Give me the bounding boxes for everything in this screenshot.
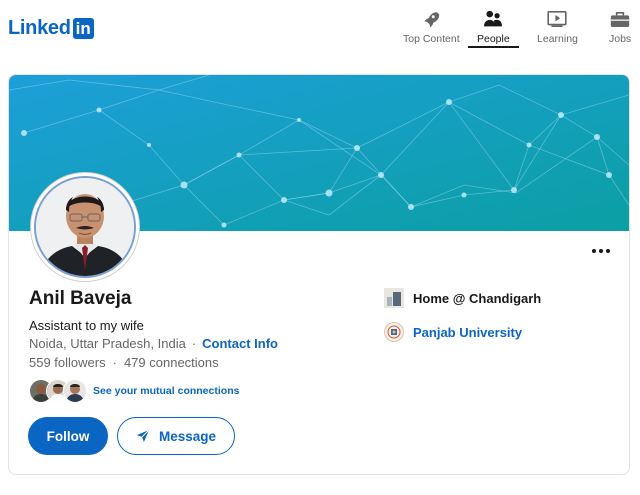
top-nav: Linked in Top Content People Learning Job… — [0, 0, 640, 52]
linkedin-logo[interactable]: Linked in — [8, 17, 94, 39]
nav-label: Learning — [537, 33, 578, 45]
logo-box: in — [72, 17, 94, 39]
more-actions-button[interactable] — [587, 241, 615, 261]
message-button[interactable]: Message — [117, 417, 235, 455]
message-label: Message — [158, 428, 217, 444]
person-portrait-icon — [36, 178, 134, 276]
nav-label: People — [477, 33, 510, 45]
followers-count: 559 followers — [29, 355, 106, 370]
nav-jobs[interactable]: Jobs — [609, 8, 631, 48]
play-icon — [546, 8, 568, 30]
nav-learning[interactable]: Learning — [537, 8, 578, 48]
profile-name: Anil Baveja — [29, 288, 132, 309]
rocket-icon — [420, 8, 442, 30]
dot — [606, 249, 610, 253]
separator: · — [112, 355, 117, 370]
dot — [592, 249, 596, 253]
mutual-connections[interactable]: See your mutual connections — [29, 379, 239, 403]
separator: · — [191, 336, 197, 351]
mutual-connections-link[interactable]: See your mutual connections — [93, 385, 239, 397]
location-text: Noida, Uttar Pradesh, India — [29, 336, 186, 351]
nav-label: Jobs — [609, 33, 632, 45]
school-name: Panjab University — [413, 324, 523, 340]
follow-button[interactable]: Follow — [28, 417, 108, 455]
avatar — [63, 379, 87, 403]
briefcase-icon — [609, 8, 631, 30]
nav-people[interactable]: People — [477, 8, 510, 48]
current-company[interactable]: Home @ Chandigarh — [384, 288, 541, 308]
profile-photo-frame — [34, 176, 136, 278]
active-tab-indicator — [468, 46, 519, 48]
logo-word: Linked — [8, 17, 71, 39]
connections-count[interactable]: 479 connections — [124, 355, 219, 370]
mutual-avatars — [29, 379, 87, 403]
contact-info-link[interactable]: Contact Info — [202, 336, 278, 351]
dot — [599, 249, 603, 253]
company-name: Home @ Chandigarh — [413, 290, 542, 306]
nav-label: Top Content — [403, 33, 460, 45]
university-seal-icon — [384, 322, 404, 342]
education-school[interactable]: Panjab University — [384, 322, 522, 342]
location-row: Noida, Uttar Pradesh, India · Contact Info — [29, 336, 278, 352]
profile-headline: Assistant to my wife — [29, 318, 144, 333]
people-icon — [482, 8, 504, 30]
nav-top-content[interactable]: Top Content — [403, 8, 460, 48]
profile-photo[interactable] — [31, 173, 139, 281]
send-icon — [136, 429, 150, 443]
company-logo-icon — [384, 288, 404, 308]
profile-card: Anil Baveja Assistant to my wife Noida, … — [8, 74, 630, 475]
stats-row: 559 followers · 479 connections — [29, 355, 219, 371]
